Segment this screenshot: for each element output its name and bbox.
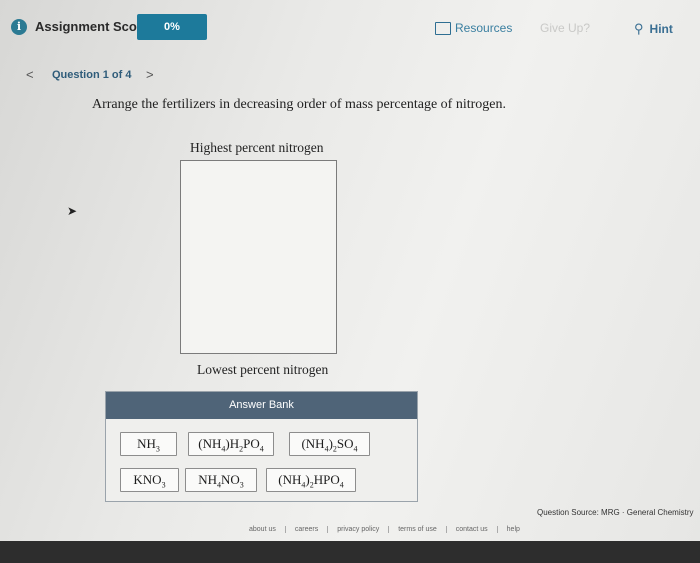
answer-chip-nh4h2po4[interactable]: (NH4)H2PO4 [188, 432, 274, 456]
footer-contact-link[interactable]: contact us [447, 526, 498, 533]
hint-button[interactable]: ⚲ Hint [634, 21, 673, 37]
resources-label: Resources [455, 21, 513, 35]
answer-bank: Answer Bank NH3 (NH4)H2PO4 (NH4)2SO4 KNO… [105, 391, 418, 502]
footer-privacy-link[interactable]: privacy policy [328, 526, 390, 533]
answer-chip-nh42hpo4[interactable]: (NH4)2HPO4 [266, 468, 356, 492]
info-icon[interactable]: i [11, 19, 27, 35]
answer-chip-nh3[interactable]: NH3 [120, 432, 177, 456]
question-prompt: Arrange the fertilizers in decreasing or… [92, 97, 506, 112]
answer-bank-title: Answer Bank [106, 392, 417, 419]
footer-help-link[interactable]: help [498, 526, 529, 533]
chevron-left-icon[interactable]: < [26, 67, 34, 82]
footer-terms-link[interactable]: terms of use [389, 526, 447, 533]
footer-links: about us careers privacy policy terms of… [240, 526, 529, 533]
highest-label: Highest percent nitrogen [190, 140, 324, 155]
answer-chip-nh42so4[interactable]: (NH4)2SO4 [289, 432, 370, 456]
cursor-arrow-icon: ➤ [67, 204, 78, 218]
footer-careers-link[interactable]: careers [286, 526, 329, 533]
score-value-badge: 0% [137, 14, 207, 40]
give-up-button[interactable]: Give Up? [540, 21, 590, 35]
resources-icon [435, 22, 451, 36]
resources-link[interactable]: Resources [435, 21, 513, 36]
question-navigation: < Question 1 of 4 > [0, 66, 700, 86]
answer-chip-nh4no3[interactable]: NH4NO3 [185, 468, 257, 492]
ranking-drop-zone[interactable] [180, 160, 337, 354]
lightbulb-icon: ⚲ [634, 21, 644, 36]
question-source: Question Source: MRG · General Chemistry [537, 508, 694, 517]
footer-about-link[interactable]: about us [240, 526, 286, 533]
answer-chip-kno3[interactable]: KNO3 [120, 468, 179, 492]
assignment-score-label: Assignment Score: [35, 19, 154, 34]
hint-label: Hint [649, 22, 673, 36]
top-bar: i Assignment Score: 0% Resources Give Up… [0, 0, 700, 56]
chevron-right-icon[interactable]: > [146, 67, 154, 82]
question-counter: Question 1 of 4 [52, 69, 132, 81]
lowest-label: Lowest percent nitrogen [197, 362, 329, 377]
bottom-band [0, 541, 700, 563]
